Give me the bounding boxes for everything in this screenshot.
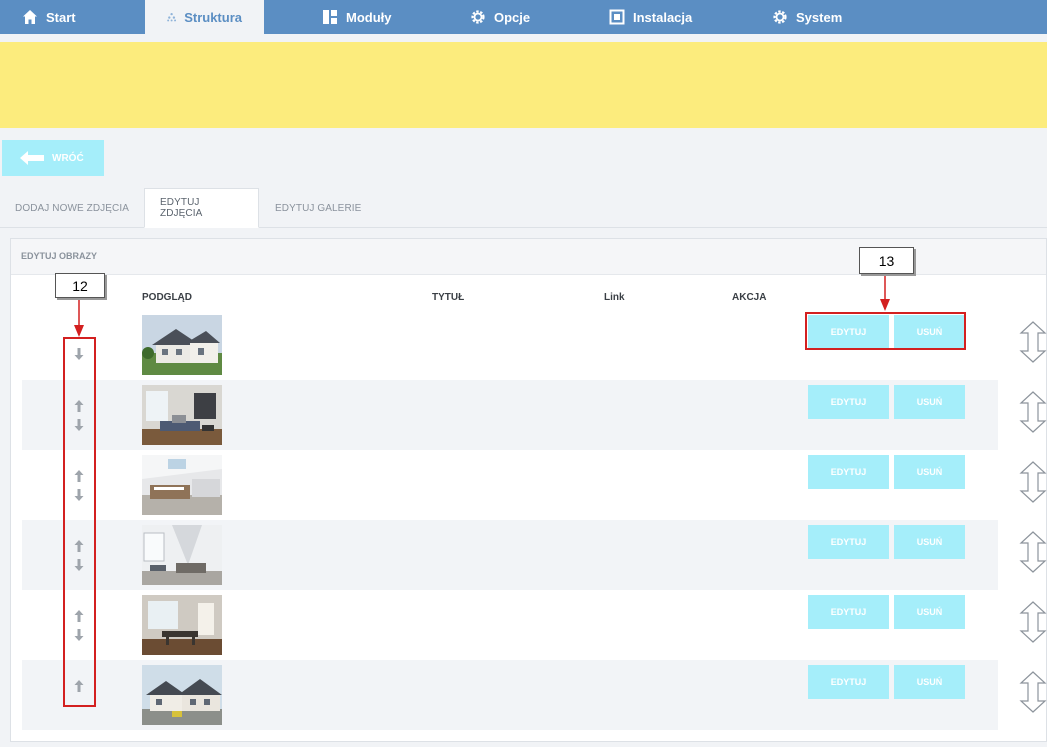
tab-bar: DODAJ NOWE ZDJĘCIA EDYTUJ ZDJĘCIA EDYTUJ… xyxy=(0,188,1047,228)
tab-edit-photos[interactable]: EDYTUJ ZDJĘCIA xyxy=(144,188,259,228)
delete-button[interactable]: USUŃ xyxy=(894,665,965,699)
delete-button[interactable]: USUŃ xyxy=(894,595,965,629)
nav-label: Instalacja xyxy=(633,9,693,25)
edit-button[interactable]: EDYTUJ xyxy=(808,595,889,629)
edit-button[interactable]: EDYTUJ xyxy=(808,385,889,419)
drag-handle-icon[interactable] xyxy=(1018,531,1047,573)
drag-handle-icon[interactable] xyxy=(1018,601,1047,643)
structure-icon xyxy=(167,12,177,22)
nav-moduly[interactable]: Moduły xyxy=(300,0,414,34)
table-row: EDYTUJ USUŃ xyxy=(22,590,1047,660)
tab-edit-galleries[interactable]: EDYTUJ GALERIE xyxy=(260,188,376,228)
table-row: EDYTUJ USUŃ xyxy=(22,660,1047,730)
modules-icon xyxy=(323,10,337,24)
thumbnail-stairs-interior xyxy=(142,525,222,585)
nav-system[interactable]: System xyxy=(750,0,864,34)
nav-label: Moduły xyxy=(346,9,392,25)
edit-button[interactable]: EDYTUJ xyxy=(808,455,889,489)
notice-banner xyxy=(0,42,1047,128)
arrow-left-icon xyxy=(20,151,44,165)
column-preview: PODGLĄD xyxy=(142,292,192,303)
nav-opcje[interactable]: Opcje xyxy=(448,0,552,34)
tab-add-photos[interactable]: DODAJ NOWE ZDJĘCIA xyxy=(0,188,144,228)
tab-label: DODAJ NOWE ZDJĘCIA xyxy=(15,202,130,214)
annotation-label-13: 13 xyxy=(859,247,914,274)
tab-label: EDYTUJ GALERIE xyxy=(275,202,362,214)
thumbnail-dining-room xyxy=(142,595,222,655)
nav-label: Start xyxy=(46,9,76,25)
table-header: PODGLĄD TYTUŁ Link AKCJA xyxy=(22,285,998,309)
drag-handle-icon[interactable] xyxy=(1018,671,1047,713)
annotation-box-action-buttons xyxy=(805,312,966,350)
back-button[interactable]: WRÓĆ xyxy=(2,140,104,176)
thumbnail-living-room xyxy=(142,385,222,445)
nav-label: Opcje xyxy=(494,9,531,25)
table-row: EDYTUJ USUŃ xyxy=(22,380,1047,450)
back-button-label: WRÓĆ xyxy=(52,152,84,164)
drag-handle-icon[interactable] xyxy=(1018,391,1047,433)
column-action: AKCJA xyxy=(732,292,767,303)
gear-icon xyxy=(471,10,485,24)
column-link: Link xyxy=(604,292,625,303)
install-icon xyxy=(609,9,625,25)
thumbnail-house-street xyxy=(142,665,222,725)
table-row: EDYTUJ USUŃ xyxy=(22,520,1047,590)
delete-button[interactable]: USUŃ xyxy=(894,525,965,559)
nav-instalacja[interactable]: Instalacja xyxy=(587,0,714,34)
drag-handle-icon[interactable] xyxy=(1018,321,1047,363)
edit-button[interactable]: EDYTUJ xyxy=(808,665,889,699)
gear-icon xyxy=(773,10,787,24)
edit-button[interactable]: EDYTUJ xyxy=(808,525,889,559)
nav-label: System xyxy=(796,9,843,25)
top-navigation: Start Struktura Moduły Opcje Instalacja … xyxy=(0,0,1047,34)
nav-start[interactable]: Start xyxy=(0,0,98,34)
delete-button[interactable]: USUŃ xyxy=(894,385,965,419)
nav-label: Struktura xyxy=(184,9,242,25)
thumbnail-house-exterior xyxy=(142,315,222,375)
delete-button[interactable]: USUŃ xyxy=(894,455,965,489)
column-title: TYTUŁ xyxy=(432,292,465,303)
table-row: EDYTUJ USUŃ xyxy=(22,450,1047,520)
drag-handle-icon[interactable] xyxy=(1018,461,1047,503)
annotation-box-order-arrows xyxy=(63,337,96,707)
thumbnail-kitchen xyxy=(142,455,222,515)
home-icon xyxy=(23,10,37,24)
tab-label: EDYTUJ ZDJĘCIA xyxy=(160,197,203,219)
nav-struktura[interactable]: Struktura xyxy=(145,0,264,34)
annotation-label-12: 12 xyxy=(55,273,105,298)
